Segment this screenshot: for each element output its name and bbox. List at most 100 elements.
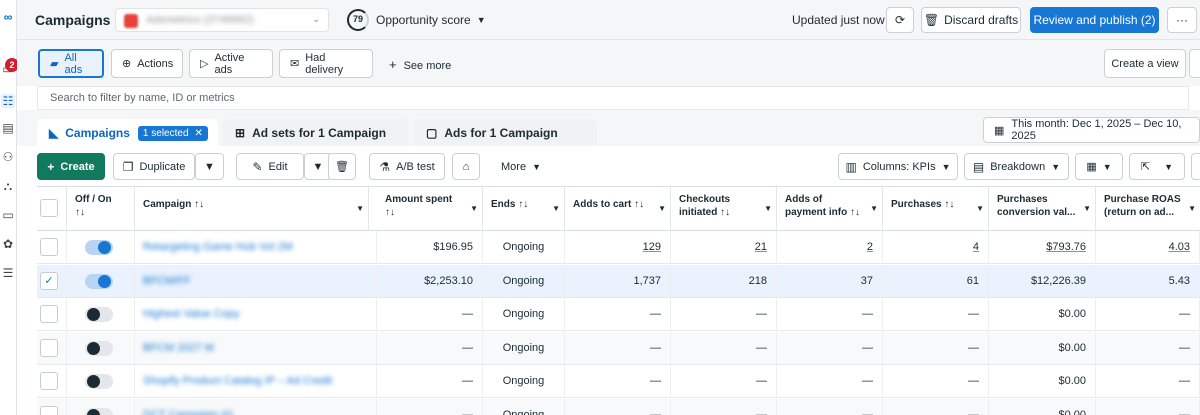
filter-actions[interactable]: ⊕ Actions — [111, 49, 183, 78]
export-button[interactable]: ⇱ ▼ — [1129, 153, 1185, 180]
campaigns-table-icon[interactable]: ☷ — [1, 94, 15, 108]
header-toggle[interactable]: Off / On ↑↓ — [67, 187, 135, 231]
campaign-toggle[interactable] — [85, 340, 113, 356]
select-all-checkbox[interactable] — [40, 199, 58, 217]
sort-icon: ↑↓ — [634, 199, 645, 210]
header-purchases[interactable]: Purchases ↑↓ ▼ — [883, 187, 989, 231]
campaign-name-cell[interactable]: DCT Campaign #1 — [135, 398, 377, 415]
table-row[interactable]: DCT Campaign #1 — Ongoing — — — — $0.00 — — [37, 398, 1200, 415]
campaign-name-cell[interactable]: BFCM/FF — [135, 264, 377, 298]
tab-adsets[interactable]: ⊞ Ad sets for 1 Campaign — [223, 119, 408, 147]
audiences-icon[interactable]: ⚇ — [1, 150, 15, 164]
campaign-name-cell[interactable]: Highest Value Copy — [135, 298, 377, 331]
table-row[interactable]: ✓ BFCM/FF $2,253.10 Ongoing 1,737 218 37 61 $12,… — [37, 264, 1200, 298]
tag-button[interactable]: ⌂ — [452, 153, 480, 180]
cell-spent: — — [377, 398, 483, 415]
caret-down-icon: ▼ — [1164, 161, 1174, 172]
campaign-name[interactable]: Retargeting Game Hub Vol 2M — [143, 241, 293, 253]
reports-button[interactable]: ▦ ▼ — [1075, 153, 1123, 180]
filter-overflow[interactable] — [1189, 49, 1200, 78]
cell-pcv-value: $793.76 — [1046, 241, 1086, 253]
duplicate-dropdown[interactable]: ▼ — [195, 153, 224, 180]
campaign-name[interactable]: DCT Campaign #1 — [143, 409, 234, 415]
header-checkouts[interactable]: Checkouts initiated ↑↓ ▼ — [671, 187, 777, 231]
selected-chip[interactable]: 1 selected ✕ — [137, 125, 208, 141]
campaign-toggle[interactable] — [85, 374, 113, 389]
header-ends[interactable]: Ends ↑↓ ▼ — [483, 187, 565, 231]
menu-icon[interactable]: ☰ — [1, 266, 15, 280]
header-payment-info[interactable]: Adds of payment info ↑↓ ▼ — [777, 187, 883, 231]
cell-purchases: — — [883, 331, 989, 365]
table-row[interactable]: Shopify Product Catalog IP – Ad Credit — O… — [37, 365, 1200, 398]
date-range-picker[interactable]: ▦ This month: Dec 1, 2025 – Dec 10, 2025 — [983, 117, 1200, 143]
more-options-button[interactable]: ··· — [1167, 7, 1197, 33]
ab-test-button[interactable]: ⚗ A/B test — [369, 153, 445, 180]
campaign-toggle[interactable] — [85, 273, 113, 289]
create-view-button[interactable]: Create a view — [1104, 49, 1186, 78]
cell-cart-value: — — [650, 408, 661, 415]
row-checkbox[interactable] — [40, 305, 58, 323]
campaign-name-cell[interactable]: Shopify Product Catalog IP – Ad Credit — [135, 365, 377, 398]
header-purchases-conversion-value[interactable]: Purchases conversion val... ▼ — [989, 187, 1096, 231]
more-button[interactable]: More ▼ — [487, 153, 555, 180]
campaign-name-cell[interactable]: Retargeting Game Hub Vol 2M — [135, 231, 377, 264]
cell-spent: $2,253.10 — [377, 264, 483, 298]
review-publish-button[interactable]: Review and publish (2) — [1030, 7, 1159, 33]
toolbar-overflow[interactable] — [1191, 153, 1200, 180]
billing-icon[interactable]: ▭ — [1, 208, 15, 222]
filter-active-ads[interactable]: ▷ Active ads — [189, 49, 273, 78]
breakdown-button[interactable]: ▤ Breakdown ▼ — [964, 153, 1069, 180]
table-header: Off / On ↑↓ Campaign ↑↓ ▼ Amount spent ↑↓ ▼ … — [37, 187, 1200, 231]
columns-button[interactable]: ▥ Columns: KPIs ▼ — [838, 153, 958, 180]
campaign-toggle[interactable] — [85, 307, 113, 322]
header-campaign[interactable]: Campaign ↑↓ ▼ — [135, 187, 369, 231]
see-more-button[interactable]: + See more — [389, 57, 451, 72]
account-selector[interactable]: Adsmetrics (3748992) ⌄ — [115, 8, 329, 32]
header-adds-to-cart[interactable]: Adds to cart ↑↓ ▼ — [565, 187, 671, 231]
row-checkbox[interactable] — [40, 238, 58, 256]
row-checkbox[interactable]: ✓ — [40, 271, 58, 290]
table-row[interactable]: Retargeting Game Hub Vol 2M $196.95 Ongoin… — [37, 231, 1200, 264]
tag-icon: ⌂ — [462, 160, 470, 173]
reports-icon[interactable]: ▤ — [1, 121, 15, 135]
cell-roas-value: 4.03 — [1168, 241, 1190, 253]
opportunity-score[interactable]: 79 Opportunity score ▼ — [347, 9, 486, 31]
filter-all-ads[interactable]: ▰ All ads — [38, 49, 104, 78]
duplicate-button[interactable]: ❐ Duplicate — [113, 153, 195, 180]
row-checkbox[interactable] — [40, 405, 58, 415]
campaign-name[interactable]: Shopify Product Catalog IP – Ad Credit — [143, 375, 332, 387]
tab-ads[interactable]: ▢ Ads for 1 Campaign — [414, 119, 597, 147]
header-purchase-roas[interactable]: Purchase ROAS (return on ad... ▼ — [1096, 187, 1200, 231]
close-icon[interactable]: ✕ — [195, 128, 203, 139]
search-input[interactable] — [38, 87, 1188, 109]
delete-button[interactable]: 🗑 — [328, 153, 356, 180]
edit-button[interactable]: ✎ Edit — [236, 153, 304, 180]
table-row[interactable]: Highest Value Copy — Ongoing — — — — $0.00 — — [37, 298, 1200, 331]
discard-drafts-button[interactable]: 🗑 Discard drafts — [921, 7, 1021, 33]
header-amount-spent[interactable]: Amount spent ↑↓ ▼ — [377, 187, 483, 231]
cell-cart-value: — — [650, 375, 661, 387]
meta-logo-icon[interactable]: ∞ — [1, 10, 15, 24]
campaign-toggle[interactable] — [85, 407, 113, 415]
campaign-name[interactable]: BFCM 2027 M — [143, 342, 214, 354]
campaign-name[interactable]: BFCM/FF — [143, 275, 191, 287]
row-select-cell — [37, 398, 67, 415]
campaign-toggle[interactable] — [85, 240, 113, 255]
tab-campaigns[interactable]: ◣ Campaigns 1 selected ✕ — [37, 119, 218, 147]
row-checkbox[interactable] — [40, 372, 58, 390]
cell-ends-value: Ongoing — [502, 274, 545, 287]
duplicate-icon: ❐ — [122, 159, 134, 174]
campaign-name-cell[interactable]: BFCM 2027 M — [135, 331, 377, 365]
more-options-label: ··· — [1176, 13, 1188, 27]
refresh-button[interactable]: ⟳ — [886, 7, 914, 33]
events-icon[interactable]: ⛬ — [1, 179, 15, 193]
settings-icon[interactable]: ✿ — [1, 237, 15, 251]
cell-cart-value: 129 — [642, 241, 661, 253]
sort-icon: ↑↓ — [944, 199, 955, 210]
table-row[interactable]: BFCM 2027 M — Ongoing — — — — $0.00 — — [37, 331, 1200, 365]
campaign-name[interactable]: Highest Value Copy — [143, 308, 239, 320]
filter-had-delivery[interactable]: ✉ Had delivery — [279, 49, 373, 78]
cell-checkouts: 21 — [671, 231, 777, 264]
create-button[interactable]: + Create — [37, 153, 105, 180]
row-checkbox[interactable] — [40, 338, 58, 357]
